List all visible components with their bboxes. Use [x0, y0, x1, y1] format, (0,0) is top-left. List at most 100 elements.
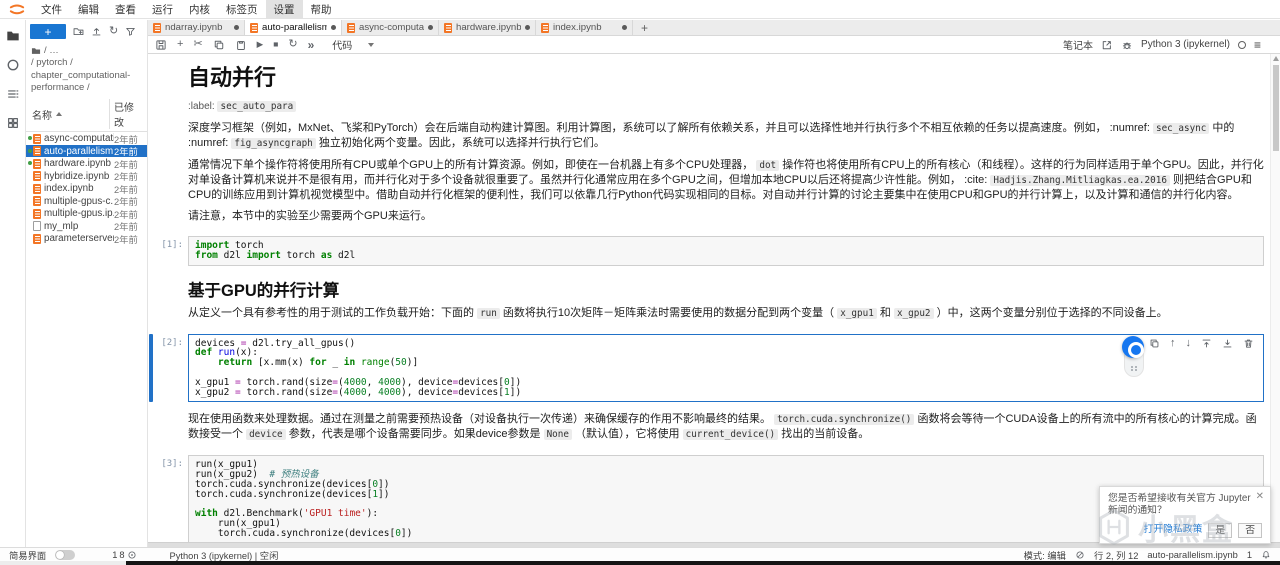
- file-row[interactable]: index.ipynb 2年前: [26, 182, 147, 195]
- file-row[interactable]: parameterserver...2年前: [26, 232, 147, 245]
- refresh-icon[interactable]: ↻: [109, 26, 118, 37]
- cell-toolbar: ↑ ↓: [1149, 337, 1254, 349]
- menu-编辑[interactable]: 编辑: [70, 0, 107, 19]
- file-name: parameterserver...: [44, 233, 114, 245]
- text-segment: run: [477, 307, 500, 319]
- copy-icon[interactable]: [213, 39, 225, 51]
- run-icon[interactable]: ▶: [257, 40, 264, 49]
- code-line: torch.cuda.synchronize(devices[0]): [195, 527, 413, 539]
- breadcrumb-path[interactable]: / pytorch / chapter_computational-perfor…: [31, 57, 142, 94]
- tab-ndarray.ipynb[interactable]: ndarray.ipynb: [148, 20, 245, 35]
- tab-auto-parallelism.ipynb[interactable]: auto-parallelism.ipynb: [245, 20, 342, 35]
- bell-icon[interactable]: [1261, 550, 1271, 560]
- code-cell[interactable]: [2]: ↑ ↓ devices = d2l.try_all_gpus() def ru…: [149, 333, 1264, 403]
- file-row[interactable]: multiple-gpus.ip... 2年前: [26, 207, 147, 220]
- hamburger-icon[interactable]: ≡: [1254, 38, 1261, 52]
- assistant-widget[interactable]: [1122, 335, 1146, 378]
- file-row[interactable]: my_mlp 2年前: [26, 220, 147, 233]
- upload-icon[interactable]: [91, 26, 102, 37]
- file-icon: [33, 221, 41, 232]
- delete-icon[interactable]: [1243, 338, 1254, 349]
- tab-hardware.ipynb[interactable]: hardware.ipynb: [439, 20, 536, 35]
- column-modified[interactable]: 已修改: [109, 99, 143, 130]
- menu-设置[interactable]: 设置: [265, 0, 303, 19]
- duplicate-icon[interactable]: [1149, 338, 1160, 349]
- code-cell[interactable]: [1]: import torch from d2l import torch as…: [156, 236, 1264, 266]
- menu-内核[interactable]: 内核: [181, 0, 218, 19]
- code-editor[interactable]: import torch from d2l import torch as d2l: [188, 236, 1264, 266]
- dirty-indicator: [428, 25, 433, 30]
- file-name: my_mlp: [44, 220, 79, 232]
- text-segment: Hadjis.Zhang.Mitliagkas.ea.2016: [990, 175, 1170, 186]
- text-segment: 请注意，本节中的实验至少需要两个GPU来运行。: [188, 210, 432, 222]
- file-browser-icon[interactable]: [6, 29, 20, 43]
- add-cell-icon[interactable]: +: [177, 39, 183, 50]
- close-icon[interactable]: ✕: [1256, 490, 1264, 503]
- menu-标签页[interactable]: 标签页: [218, 0, 266, 19]
- vertical-scrollbar[interactable]: [1270, 54, 1280, 542]
- insert-above-icon[interactable]: [1201, 338, 1212, 349]
- breadcrumb[interactable]: / … / pytorch / chapter_computational-pe…: [26, 42, 147, 95]
- tab-index.ipynb[interactable]: index.ipynb: [536, 20, 633, 35]
- restart-icon[interactable]: ↻: [288, 39, 297, 50]
- notebook-content[interactable]: 自动并行:label: sec_auto_para 深度学习框架（例如，MxNet…: [148, 54, 1280, 542]
- save-icon[interactable]: [155, 39, 167, 51]
- stop-icon[interactable]: ■: [273, 40, 278, 49]
- kernel-name-button[interactable]: Python 3 (ipykernel): [1141, 39, 1230, 50]
- terminals-count: 1: [112, 549, 118, 560]
- cut-icon[interactable]: ✂: [193, 39, 202, 50]
- cell-prompt: [1]:: [161, 240, 183, 250]
- file-row[interactable]: async-computati...2年前: [26, 132, 147, 145]
- scrollbar-thumb[interactable]: [1272, 65, 1279, 151]
- run-all-icon[interactable]: »: [308, 39, 315, 51]
- file-row[interactable]: auto-parallelism... 2年前: [26, 144, 147, 158]
- markdown-cell[interactable]: 自动并行:label: sec_auto_para 深度学习框架（例如，MxNet…: [156, 59, 1264, 231]
- breadcrumb-root[interactable]: / …: [44, 45, 59, 57]
- new-tab-button[interactable]: +: [633, 20, 656, 35]
- file-row[interactable]: hybridize.ipynb 2年前: [26, 170, 147, 183]
- cursor-position[interactable]: 行 2, 列 12: [1094, 548, 1138, 562]
- code-cell[interactable]: [3]: run(x_gpu1) run(x_gpu2) # 预热设备 torch.c…: [156, 455, 1264, 542]
- move-down-icon[interactable]: ↓: [1186, 337, 1192, 349]
- column-name[interactable]: 名称: [32, 107, 52, 122]
- yes-button[interactable]: 是: [1208, 523, 1233, 538]
- filter-icon[interactable]: [125, 26, 136, 37]
- open-launcher-icon[interactable]: [1101, 39, 1113, 51]
- notebook-icon: [33, 196, 41, 207]
- text-segment: device: [246, 429, 286, 441]
- scroll-up-arrow[interactable]: [1273, 56, 1279, 61]
- notification-message: 您是否希望接收有关官方 Jupyter 新闻的通知？: [1108, 492, 1251, 517]
- code-editor[interactable]: devices = d2l.try_all_gpus() def run(x): …: [188, 333, 1264, 403]
- running-sessions-icon[interactable]: [6, 58, 20, 72]
- sort-ascending-icon[interactable]: [56, 112, 62, 117]
- simple-mode-toggle[interactable]: [55, 549, 76, 560]
- no-button[interactable]: 否: [1238, 523, 1262, 538]
- new-folder-icon[interactable]: [73, 26, 84, 37]
- file-row[interactable]: hardware.ipynb 2年前: [26, 157, 147, 170]
- menu-文件[interactable]: 文件: [33, 0, 70, 19]
- markdown-cell[interactable]: 基于GPU的并行计算 从定义一个具有参考性的用于测试的工作负载开始：下面的 run…: [156, 271, 1264, 329]
- insert-below-icon[interactable]: [1222, 338, 1233, 349]
- move-up-icon[interactable]: ↑: [1170, 337, 1176, 349]
- extensions-icon[interactable]: [6, 116, 20, 130]
- table-of-contents-icon[interactable]: [6, 87, 20, 101]
- assistant-button[interactable]: [1122, 335, 1144, 358]
- menu-帮助[interactable]: 帮助: [303, 0, 340, 19]
- paste-icon[interactable]: [235, 39, 247, 51]
- debugger-icon[interactable]: [1121, 39, 1133, 51]
- new-launcher-button[interactable]: +: [30, 24, 66, 39]
- circle-slash-icon[interactable]: [1075, 550, 1085, 560]
- file-row[interactable]: multiple-gpus-c... 2年前: [26, 195, 147, 208]
- kernel-status-text[interactable]: Python 3 (ipykernel) | 空闲: [170, 548, 279, 562]
- folder-icon: [31, 46, 41, 56]
- privacy-policy-link[interactable]: 打开隐私政策: [1144, 524, 1203, 537]
- menu-运行[interactable]: 运行: [144, 0, 181, 19]
- markdown-cell[interactable]: 现在使用函数来处理数据。通过在测量之前需要预热设备（对设备执行一次传递）来确保缓…: [156, 407, 1264, 450]
- paragraph: 通常情况下单个操作符将使用所有CPU或单个GPU上的所有计算资源。例如，即使在一…: [188, 158, 1264, 202]
- cell-type-dropdown[interactable]: 代码: [332, 37, 375, 52]
- sessions-counts[interactable]: 1 8: [112, 550, 136, 560]
- tab-async-computation.ipynb[interactable]: async-computation.ipynb: [342, 20, 439, 35]
- menu-bar: 文件 编辑 查看 运行 内核 标签页 设置 帮助: [0, 0, 1280, 19]
- menu-查看[interactable]: 查看: [107, 0, 144, 19]
- text-segment: 参数，代表是哪个设备需要同步。如果device参数是: [285, 428, 544, 441]
